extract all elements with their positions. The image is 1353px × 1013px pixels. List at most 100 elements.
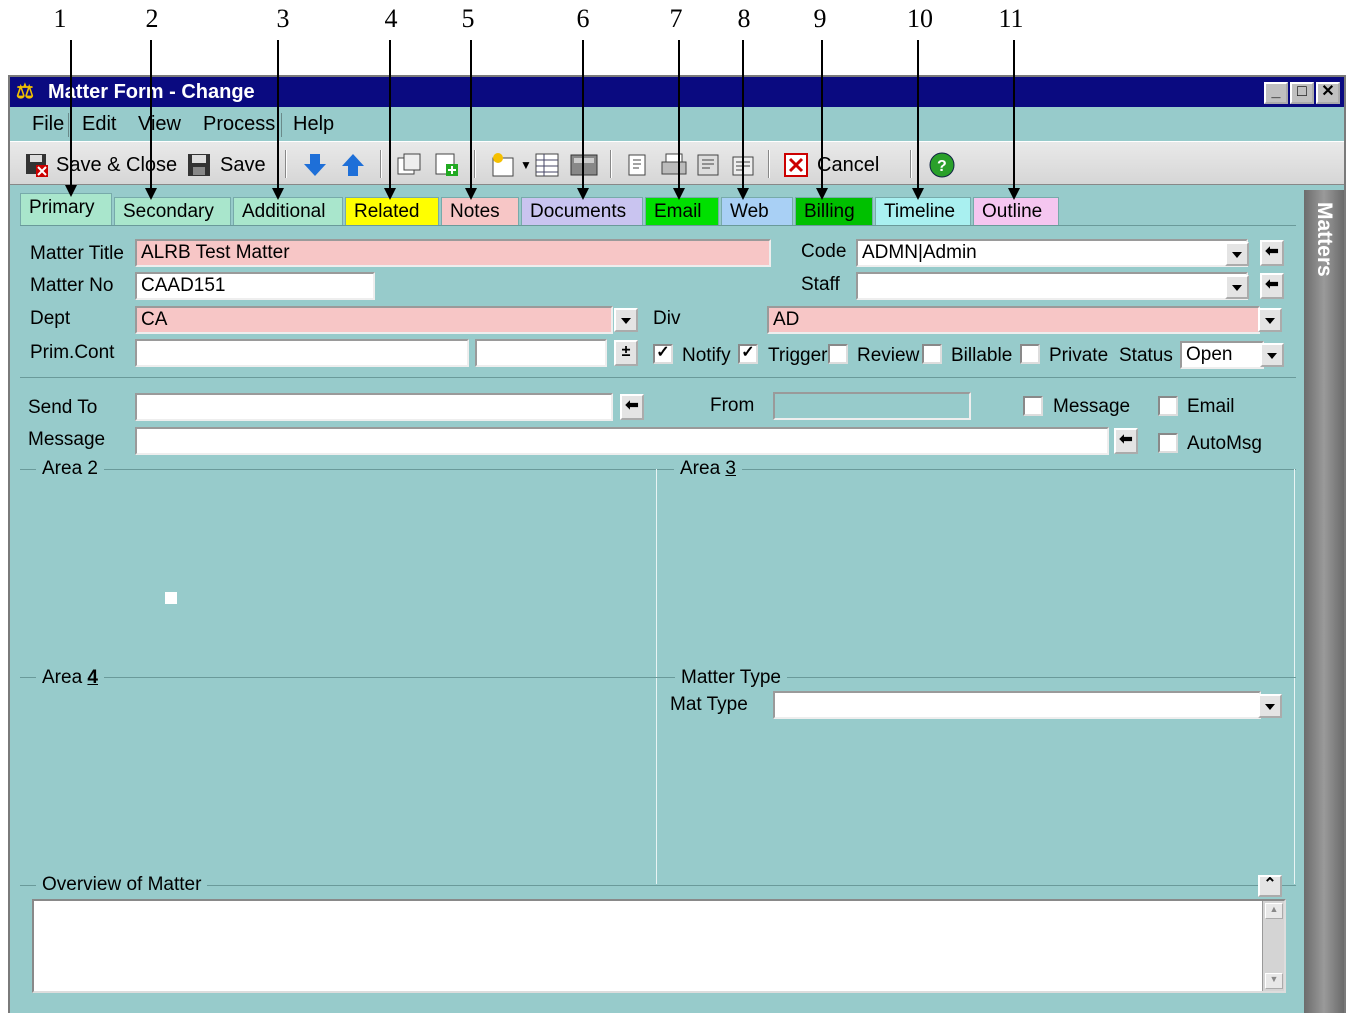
- private-label: Private: [1049, 345, 1109, 366]
- staff-field[interactable]: [856, 272, 1248, 300]
- menu-divider: [281, 113, 282, 137]
- callout-line-9: [816, 40, 828, 200]
- new-item-icon: [492, 153, 514, 177]
- print-button[interactable]: [660, 151, 688, 179]
- attach-button[interactable]: [625, 151, 651, 179]
- email-checkbox[interactable]: [1158, 396, 1178, 416]
- menu-view[interactable]: View: [138, 113, 181, 136]
- mat-type-field[interactable]: [773, 691, 1261, 719]
- callout-line-2: [145, 40, 157, 200]
- close-button[interactable]: ✕: [1316, 82, 1340, 104]
- calculator-button[interactable]: [570, 151, 598, 179]
- status-dropdown-button[interactable]: [1260, 343, 1284, 367]
- tab-web[interactable]: Web: [721, 197, 793, 225]
- callout-9: 9: [813, 4, 827, 33]
- mat-type-label: Mat Type: [670, 694, 748, 715]
- tab-panel-top-border: [20, 225, 1296, 226]
- staff-label: Staff: [801, 274, 840, 295]
- message-checkbox-label: Message: [1053, 396, 1131, 417]
- area-4-label: Area 4: [36, 667, 104, 689]
- prim-cont-lookup-button[interactable]: ±: [614, 340, 638, 366]
- cancel-button[interactable]: Cancel: [783, 151, 879, 179]
- prim-cont-secondary-field[interactable]: [475, 339, 607, 367]
- message-checkbox[interactable]: [1023, 396, 1043, 416]
- tab-documents[interactable]: Documents: [521, 197, 643, 225]
- save-button[interactable]: Save: [186, 151, 266, 179]
- area-row-middle-line: [20, 677, 1296, 678]
- code-field[interactable]: ADMN|Admin: [856, 239, 1248, 267]
- next-record-button[interactable]: [302, 151, 328, 179]
- toolbar: Save & Close Save ▼ Cancel ?: [10, 141, 1344, 185]
- overview-textarea[interactable]: [32, 899, 1286, 993]
- status-field[interactable]: Open: [1180, 341, 1264, 369]
- overview-collapse-button[interactable]: ⌃: [1258, 875, 1282, 897]
- tab-secondary[interactable]: Secondary: [114, 197, 231, 225]
- send-to-field[interactable]: [135, 393, 613, 421]
- message-label: Message: [28, 429, 106, 450]
- review-label: Review: [857, 345, 920, 366]
- new-item-button[interactable]: [490, 151, 516, 179]
- maximize-button[interactable]: □: [1290, 82, 1314, 104]
- billable-checkbox[interactable]: [922, 344, 942, 364]
- code-lookup-button[interactable]: ⬅: [1260, 240, 1284, 266]
- cancel-label: Cancel: [817, 153, 880, 176]
- callout-2: 2: [145, 4, 159, 33]
- code-label: Code: [801, 241, 847, 262]
- trigger-label: Trigger: [768, 345, 828, 366]
- scroll-down-icon[interactable]: ▼: [1265, 973, 1283, 989]
- tab-billing[interactable]: Billing: [795, 197, 873, 225]
- send-to-lookup-button[interactable]: ⬅: [620, 394, 644, 420]
- scroll-up-icon[interactable]: ▲: [1265, 903, 1283, 919]
- tab-primary[interactable]: Primary: [20, 193, 112, 225]
- staff-lookup-button[interactable]: ⬅: [1260, 273, 1284, 299]
- notify-checkbox[interactable]: ✓: [653, 344, 673, 364]
- tab-notes[interactable]: Notes: [441, 197, 519, 225]
- tab-additional[interactable]: Additional: [233, 197, 343, 225]
- matter-no-field[interactable]: CAAD151: [135, 272, 375, 300]
- add-record-icon: [435, 153, 458, 176]
- staff-dropdown-button[interactable]: [1225, 275, 1249, 299]
- new-item-dropdown[interactable]: ▼: [520, 151, 532, 179]
- div-field[interactable]: AD: [767, 306, 1260, 334]
- overview-scrollbar[interactable]: ▲ ▼: [1262, 901, 1284, 991]
- tab-timeline[interactable]: Timeline: [875, 197, 971, 225]
- message-field[interactable]: [135, 427, 1109, 455]
- dept-label: Dept: [30, 308, 71, 329]
- help-button[interactable]: ?: [928, 151, 956, 179]
- new-record-button[interactable]: [434, 151, 460, 179]
- copy-record-button[interactable]: [396, 151, 422, 179]
- matter-title-label: Matter Title: [30, 243, 124, 264]
- matter-form-window: ⚖ Matter Form - Change _ □ ✕ File Edit V…: [8, 75, 1346, 1013]
- menu-process[interactable]: Process: [203, 113, 275, 136]
- spreadsheet-button[interactable]: [534, 151, 560, 179]
- save-close-button[interactable]: Save & Close: [24, 151, 177, 179]
- mat-type-dropdown-button[interactable]: [1258, 694, 1282, 718]
- menu-help[interactable]: Help: [293, 113, 334, 136]
- menu-file[interactable]: File: [32, 113, 64, 136]
- tab-email[interactable]: Email: [645, 197, 719, 225]
- tab-outline[interactable]: Outline: [973, 197, 1059, 225]
- review-checkbox[interactable]: [828, 344, 848, 364]
- dept-dropdown-button[interactable]: [614, 308, 638, 332]
- div-dropdown-button[interactable]: [1258, 308, 1282, 332]
- callout-10: 10: [907, 4, 933, 33]
- menu-edit[interactable]: Edit: [82, 113, 116, 136]
- private-checkbox[interactable]: [1020, 344, 1040, 364]
- minimize-button[interactable]: _: [1264, 82, 1288, 104]
- tab-related[interactable]: Related: [345, 197, 439, 225]
- arrow-up-icon: [342, 154, 364, 176]
- dropdown-arrow-icon: ▼: [520, 158, 532, 172]
- matter-title-field[interactable]: ALRB Test Matter: [135, 239, 771, 267]
- previous-record-button[interactable]: [340, 151, 366, 179]
- report-button[interactable]: [695, 151, 721, 179]
- message-lookup-button[interactable]: ⬅: [1114, 428, 1138, 454]
- trigger-checkbox[interactable]: ✓: [738, 344, 758, 364]
- automsg-checkbox[interactable]: [1158, 433, 1178, 453]
- calculator-icon: [570, 154, 598, 176]
- callout-4: 4: [384, 4, 398, 33]
- matters-sidebar[interactable]: Matters: [1304, 190, 1344, 1013]
- prim-cont-field[interactable]: [135, 339, 469, 367]
- menu-divider: [68, 113, 69, 137]
- code-dropdown-button[interactable]: [1225, 242, 1249, 266]
- dept-field[interactable]: CA: [135, 306, 613, 334]
